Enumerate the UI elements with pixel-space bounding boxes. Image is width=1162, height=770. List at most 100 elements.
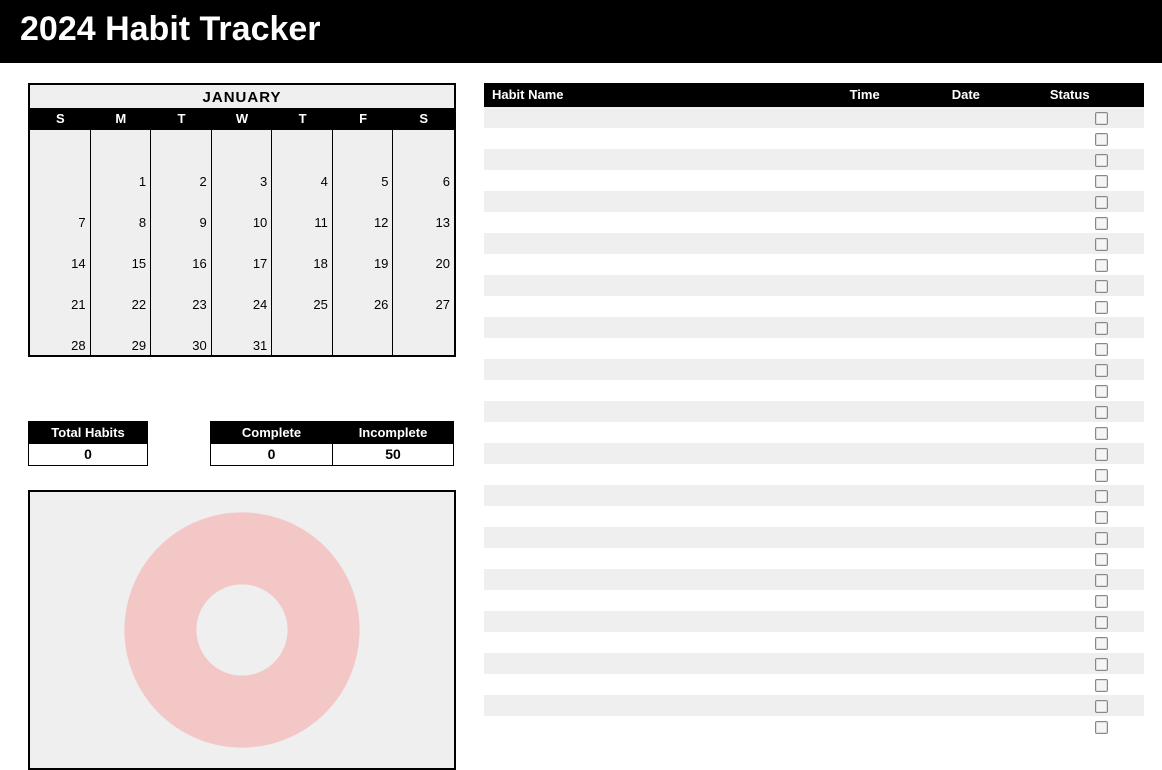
- habit-date-cell[interactable]: [944, 317, 1042, 338]
- habit-date-cell[interactable]: [944, 590, 1042, 611]
- habit-name-cell[interactable]: [484, 611, 842, 632]
- habit-time-cell[interactable]: [842, 590, 944, 611]
- habit-date-cell[interactable]: [944, 527, 1042, 548]
- calendar-day[interactable]: 5: [333, 150, 394, 191]
- habit-time-cell[interactable]: [842, 338, 944, 359]
- calendar-day[interactable]: 13: [393, 191, 454, 232]
- habit-time-cell[interactable]: [842, 275, 944, 296]
- habit-date-cell[interactable]: [944, 653, 1042, 674]
- calendar-day[interactable]: 10: [212, 191, 273, 232]
- calendar-day[interactable]: [212, 130, 273, 150]
- calendar-day[interactable]: 9: [151, 191, 212, 232]
- habit-name-cell[interactable]: [484, 527, 842, 548]
- habit-name-cell[interactable]: [484, 422, 842, 443]
- habit-name-cell[interactable]: [484, 464, 842, 485]
- habit-date-cell[interactable]: [944, 695, 1042, 716]
- habit-name-cell[interactable]: [484, 107, 842, 128]
- status-checkbox[interactable]: [1095, 133, 1108, 146]
- habit-date-cell[interactable]: [944, 128, 1042, 149]
- status-checkbox[interactable]: [1095, 616, 1108, 629]
- status-checkbox[interactable]: [1095, 574, 1108, 587]
- calendar-day[interactable]: 2: [151, 150, 212, 191]
- calendar-day[interactable]: [30, 130, 91, 150]
- calendar-day[interactable]: [30, 150, 91, 191]
- calendar-day[interactable]: [393, 130, 454, 150]
- habit-date-cell[interactable]: [944, 254, 1042, 275]
- habit-time-cell[interactable]: [842, 317, 944, 338]
- calendar-day[interactable]: 24: [212, 273, 273, 314]
- status-checkbox[interactable]: [1095, 721, 1108, 734]
- status-checkbox[interactable]: [1095, 385, 1108, 398]
- calendar-day[interactable]: 27: [393, 273, 454, 314]
- habit-date-cell[interactable]: [944, 107, 1042, 128]
- habit-date-cell[interactable]: [944, 548, 1042, 569]
- calendar-day[interactable]: [272, 314, 333, 355]
- habit-time-cell[interactable]: [842, 212, 944, 233]
- status-checkbox[interactable]: [1095, 217, 1108, 230]
- habit-time-cell[interactable]: [842, 359, 944, 380]
- status-checkbox[interactable]: [1095, 700, 1108, 713]
- habit-name-cell[interactable]: [484, 275, 842, 296]
- calendar-day[interactable]: 21: [30, 273, 91, 314]
- status-checkbox[interactable]: [1095, 196, 1108, 209]
- habit-name-cell[interactable]: [484, 254, 842, 275]
- status-checkbox[interactable]: [1095, 406, 1108, 419]
- habit-time-cell[interactable]: [842, 611, 944, 632]
- habit-date-cell[interactable]: [944, 170, 1042, 191]
- habit-name-cell[interactable]: [484, 674, 842, 695]
- habit-time-cell[interactable]: [842, 380, 944, 401]
- calendar-day[interactable]: 6: [393, 150, 454, 191]
- calendar-day[interactable]: 16: [151, 232, 212, 273]
- habit-name-cell[interactable]: [484, 653, 842, 674]
- calendar-day[interactable]: 7: [30, 191, 91, 232]
- status-checkbox[interactable]: [1095, 595, 1108, 608]
- habit-time-cell[interactable]: [842, 191, 944, 212]
- habit-time-cell[interactable]: [842, 443, 944, 464]
- status-checkbox[interactable]: [1095, 490, 1108, 503]
- habit-name-cell[interactable]: [484, 443, 842, 464]
- calendar-day[interactable]: 1: [91, 150, 152, 191]
- habit-time-cell[interactable]: [842, 296, 944, 317]
- status-checkbox[interactable]: [1095, 427, 1108, 440]
- status-checkbox[interactable]: [1095, 175, 1108, 188]
- status-checkbox[interactable]: [1095, 658, 1108, 671]
- habit-name-cell[interactable]: [484, 149, 842, 170]
- habit-time-cell[interactable]: [842, 506, 944, 527]
- habit-date-cell[interactable]: [944, 632, 1042, 653]
- calendar-day[interactable]: [393, 314, 454, 355]
- habit-date-cell[interactable]: [944, 464, 1042, 485]
- habit-date-cell[interactable]: [944, 275, 1042, 296]
- calendar-day[interactable]: [333, 130, 394, 150]
- calendar-day[interactable]: 18: [272, 232, 333, 273]
- habit-date-cell[interactable]: [944, 296, 1042, 317]
- habit-name-cell[interactable]: [484, 191, 842, 212]
- calendar-day[interactable]: 14: [30, 232, 91, 273]
- habit-name-cell[interactable]: [484, 632, 842, 653]
- habit-time-cell[interactable]: [842, 548, 944, 569]
- habit-date-cell[interactable]: [944, 611, 1042, 632]
- status-checkbox[interactable]: [1095, 343, 1108, 356]
- habit-name-cell[interactable]: [484, 317, 842, 338]
- habit-name-cell[interactable]: [484, 359, 842, 380]
- status-checkbox[interactable]: [1095, 364, 1108, 377]
- calendar-day[interactable]: 17: [212, 232, 273, 273]
- habit-time-cell[interactable]: [842, 233, 944, 254]
- habit-time-cell[interactable]: [842, 107, 944, 128]
- status-checkbox[interactable]: [1095, 637, 1108, 650]
- habit-name-cell[interactable]: [484, 590, 842, 611]
- status-checkbox[interactable]: [1095, 322, 1108, 335]
- habit-time-cell[interactable]: [842, 569, 944, 590]
- habit-date-cell[interactable]: [944, 716, 1042, 737]
- calendar-day[interactable]: 3: [212, 150, 273, 191]
- habit-date-cell[interactable]: [944, 191, 1042, 212]
- habit-date-cell[interactable]: [944, 149, 1042, 170]
- calendar-day[interactable]: 22: [91, 273, 152, 314]
- habit-date-cell[interactable]: [944, 506, 1042, 527]
- calendar-day[interactable]: 29: [91, 314, 152, 355]
- calendar-day[interactable]: 15: [91, 232, 152, 273]
- status-checkbox[interactable]: [1095, 301, 1108, 314]
- habit-name-cell[interactable]: [484, 716, 842, 737]
- habit-date-cell[interactable]: [944, 338, 1042, 359]
- habit-time-cell[interactable]: [842, 128, 944, 149]
- habit-time-cell[interactable]: [842, 485, 944, 506]
